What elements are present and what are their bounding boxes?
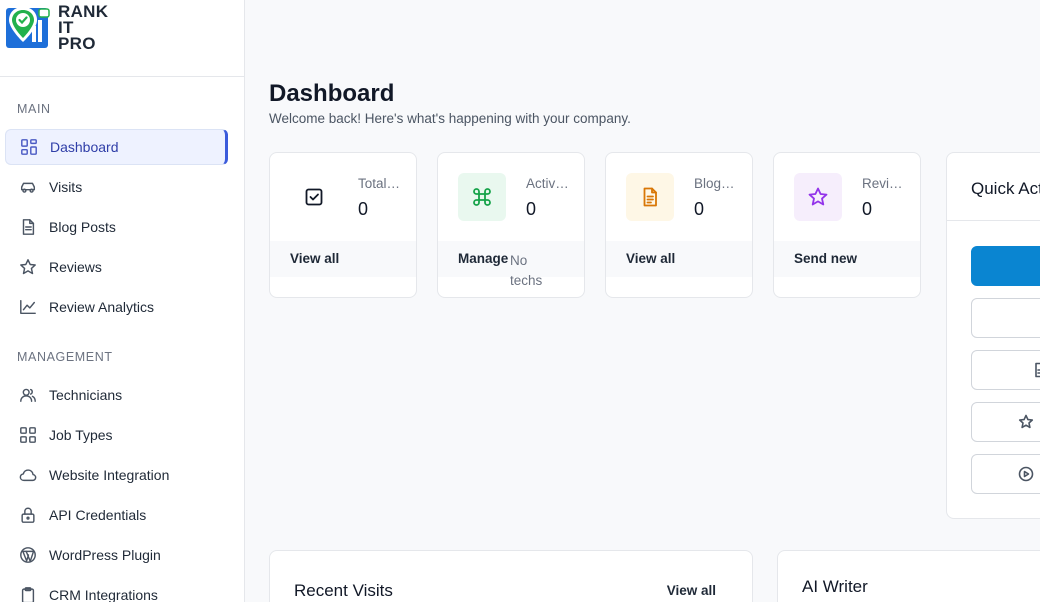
sidebar-item-label: Review Analytics: [49, 299, 155, 315]
car-icon: [18, 177, 38, 197]
grid-icon: [19, 137, 39, 157]
recent-visits-view-all-link[interactable]: View all: [667, 583, 716, 598]
stat-label: Active Technicians: [526, 176, 570, 191]
quick-action-play-button[interactable]: [971, 454, 1040, 494]
stat-value: 0: [862, 199, 873, 219]
sidebar-item-api-credentials[interactable]: API Credentials: [5, 497, 228, 533]
sidebar-item-job-types[interactable]: Job Types: [5, 417, 228, 453]
recent-visits-panel: Recent Visits View all: [269, 550, 753, 602]
quick-actions-title: Quick Actions: [971, 179, 1040, 198]
star-icon: [794, 173, 842, 221]
play-circle-icon: [1018, 466, 1036, 484]
grid-icon: [18, 425, 38, 445]
document-icon: [18, 217, 38, 237]
globe-icon: [18, 545, 38, 565]
section-label-main: MAIN: [17, 102, 51, 116]
recent-visits-title: Recent Visits: [294, 581, 393, 600]
quick-action-blog-button[interactable]: [971, 350, 1040, 390]
sidebar-item-label: Visits: [49, 179, 83, 195]
send-new-review-link[interactable]: Send new: [794, 251, 857, 266]
quick-action-primary-button[interactable]: [971, 246, 1040, 286]
sidebar-item-reviews[interactable]: Reviews: [5, 249, 228, 285]
clipboard-icon: [18, 585, 38, 602]
sidebar-item-label: CRM Integrations: [49, 587, 158, 602]
stat-card-total-visits: Total Visits 0 View all: [269, 152, 417, 298]
star-icon: [1018, 414, 1036, 432]
brand-logo[interactable]: RANK IT PRO: [6, 3, 108, 64]
sidebar-divider: [0, 76, 244, 77]
brand-line-3: PRO: [58, 34, 96, 53]
sidebar-item-technicians[interactable]: Technicians: [5, 377, 228, 413]
check-square-icon: [290, 173, 338, 221]
stat-label: Blog Posts: [694, 176, 738, 191]
stat-card-blog-posts: Blog Posts 0 View all: [605, 152, 753, 298]
sidebar-item-label: Blog Posts: [49, 219, 116, 235]
cloud-icon: [18, 465, 38, 485]
sidebar-item-label: Website Integration: [49, 467, 170, 483]
sidebar-item-blog-posts[interactable]: Blog Posts: [5, 209, 228, 245]
logo-mark-icon: [6, 4, 52, 50]
sidebar-item-wordpress-plugin[interactable]: WordPress Plugin: [5, 537, 228, 573]
quick-actions-divider: [947, 220, 1040, 221]
quick-action-review-button[interactable]: [971, 402, 1040, 442]
sidebar-item-label: Job Types: [49, 427, 113, 443]
lock-icon: [18, 505, 38, 525]
sidebar-item-crm-integrations[interactable]: CRM Integrations: [5, 577, 228, 602]
stat-value: 0: [358, 199, 369, 219]
sidebar-item-label: WordPress Plugin: [49, 547, 161, 563]
section-label-management: MANAGEMENT: [17, 350, 113, 364]
page-title: Dashboard: [269, 80, 395, 107]
star-icon: [18, 257, 38, 277]
view-all-blog-posts-link[interactable]: View all: [626, 251, 675, 266]
sidebar-item-dashboard[interactable]: Dashboard: [5, 129, 228, 165]
sidebar-item-label: Dashboard: [50, 139, 119, 155]
document-icon: [1032, 362, 1040, 380]
page-subtitle: Welcome back! Here's what's happening wi…: [269, 111, 631, 126]
ai-writer-title: AI Writer: [802, 577, 868, 596]
sidebar-item-visits[interactable]: Visits: [5, 169, 228, 205]
command-icon: [458, 173, 506, 221]
brand-name: RANK IT PRO: [58, 3, 108, 53]
stat-label: Total Visits: [358, 176, 402, 191]
file-text-icon: [626, 173, 674, 221]
user-icon: [18, 385, 38, 405]
quick-action-button[interactable]: [971, 298, 1040, 338]
stat-card-reviews: Reviews 0 Send new: [773, 152, 921, 298]
manage-technicians-link[interactable]: Manage: [458, 251, 508, 266]
sidebar-item-label: API Credentials: [49, 507, 147, 523]
quick-actions-card: Quick Actions: [946, 152, 1040, 519]
sidebar: RANK IT PRO MAIN Dashboard Visits Blog P…: [0, 0, 245, 602]
stat-card-active-technicians: Active Technicians 0 Manage No techs: [437, 152, 585, 298]
ai-writer-panel: AI Writer: [777, 550, 1040, 602]
stat-label: Reviews: [862, 176, 906, 191]
sidebar-item-label: Reviews: [49, 259, 102, 275]
stat-value: 0: [526, 199, 537, 219]
stat-note: No techs: [510, 253, 543, 288]
line-chart-icon: [18, 297, 38, 317]
stat-value: 0: [694, 199, 705, 219]
sidebar-item-review-analytics[interactable]: Review Analytics: [5, 289, 228, 325]
sidebar-item-label: Technicians: [49, 387, 123, 403]
view-all-visits-link[interactable]: View all: [290, 251, 339, 266]
sidebar-item-website-integration[interactable]: Website Integration: [5, 457, 228, 493]
